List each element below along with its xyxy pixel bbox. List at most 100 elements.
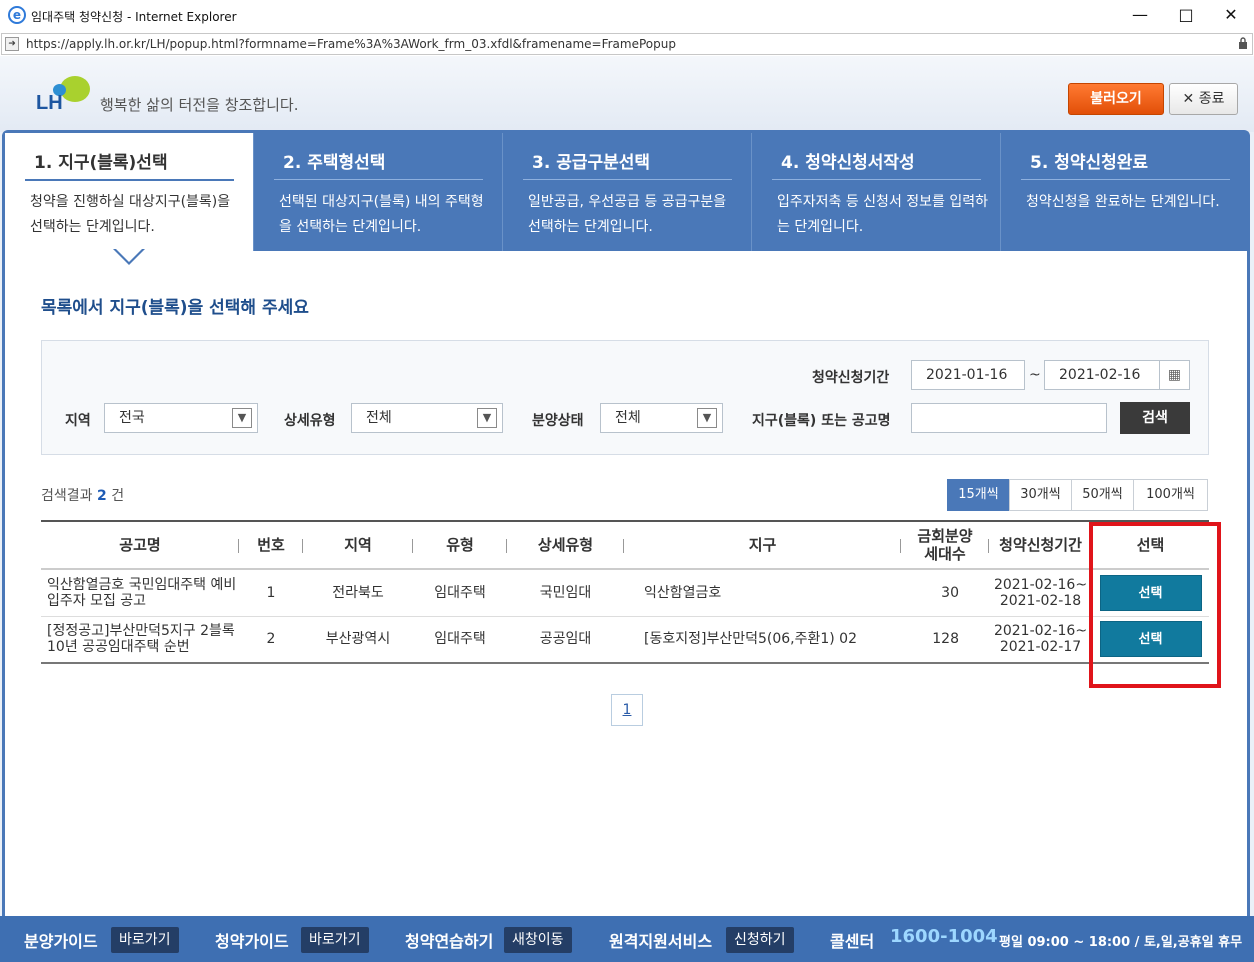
col-notice-name: 공고명 bbox=[41, 520, 239, 570]
col-type: 유형 bbox=[413, 520, 507, 570]
col-detail-type: 상세유형 bbox=[507, 520, 624, 570]
cell-detail-type: 국민임대 bbox=[507, 569, 624, 617]
page-icon: ➜ bbox=[5, 37, 19, 51]
pagination-page[interactable]: 1 bbox=[611, 694, 643, 726]
selection-highlight-box bbox=[1089, 522, 1221, 688]
step-title: 2. 주택형선택 bbox=[283, 153, 386, 173]
result-prefix: 검색결과 bbox=[41, 488, 93, 504]
sale-status-value: 전체 bbox=[615, 410, 641, 426]
sale-status-select[interactable]: 전체 ▼ bbox=[600, 403, 723, 433]
sale-status-label: 분양상태 bbox=[532, 413, 584, 429]
col-label: 지구 bbox=[748, 536, 777, 554]
calendar-icon[interactable]: ▦ bbox=[1159, 361, 1189, 389]
remote-support-button[interactable]: 신청하기 bbox=[726, 927, 794, 953]
detail-type-select[interactable]: 전체 ▼ bbox=[351, 403, 503, 433]
page-header: LH 행복한 삶의 터전을 창조합니다. 불러오기 ✕ 종료 bbox=[0, 56, 1254, 132]
search-button[interactable]: 검색 bbox=[1120, 402, 1190, 434]
date-to-input[interactable]: 2021-02-16 ▦ bbox=[1044, 360, 1190, 390]
call-center-hours: 평일 09:00 ~ 18:00 / 토,일,공휴일 휴무 bbox=[999, 935, 1243, 950]
keyword-input[interactable] bbox=[911, 403, 1107, 433]
step-desc: 선택된 대상지구(블록) 내의 주택형을 선택하는 단계입니다. bbox=[279, 194, 484, 235]
practice-button[interactable]: 새창이동 bbox=[504, 927, 572, 953]
date-separator: ~ bbox=[1029, 367, 1041, 383]
page-size-50[interactable]: 50개씩 bbox=[1071, 479, 1134, 511]
step-divider bbox=[1021, 179, 1230, 180]
footer-bar: 분양가이드 바로가기 청약가이드 바로가기 청약연습하기 새창이동 원격지원서비… bbox=[0, 916, 1254, 962]
result-suffix: 건 bbox=[111, 488, 125, 504]
step-tabs: 1. 지구(블록)선택 청약을 진행하실 대상지구(블록)을 선택하는 단계입니… bbox=[5, 133, 1247, 265]
step-desc: 청약신청을 완료하는 단계입니다. bbox=[1026, 194, 1220, 210]
step-2[interactable]: 2. 주택형선택 선택된 대상지구(블록) 내의 주택형을 선택하는 단계입니다… bbox=[254, 133, 503, 251]
close-button-label: 종료 bbox=[1198, 91, 1225, 107]
step-title: 1. 지구(블록)선택 bbox=[34, 153, 168, 173]
page-viewport: LH 행복한 삶의 터전을 창조합니다. 불러오기 ✕ 종료 1. 지구(블록)… bbox=[0, 56, 1254, 962]
region-value: 전국 bbox=[119, 410, 145, 426]
close-icon[interactable]: ✕ bbox=[1208, 4, 1254, 28]
page-size-100[interactable]: 100개씩 bbox=[1133, 479, 1208, 511]
call-center-phone: 1600-1004 bbox=[890, 926, 998, 947]
address-bar[interactable]: ➜ https://apply.lh.or.kr/LH/popup.html?f… bbox=[1, 33, 1253, 55]
table-row: [정정공고]부산만덕5지구 2블록 10년 공공임대주택 순번 2 부산광역시 … bbox=[41, 616, 1209, 664]
sale-guide-button[interactable]: 바로가기 bbox=[111, 927, 179, 953]
col-label: 번호 bbox=[257, 536, 285, 554]
page-size-15[interactable]: 15개씩 bbox=[947, 479, 1010, 511]
col-period: 청약신청기간 bbox=[989, 520, 1092, 570]
cell-region: 전라북도 bbox=[303, 569, 413, 617]
result-count: 검색결과 2 건 bbox=[41, 485, 124, 505]
col-label: 지역 bbox=[344, 536, 372, 554]
footer-label: 원격지원서비스 bbox=[609, 932, 713, 951]
cell-district: [동호지정]부산만덕5(06,주환1) 02 bbox=[624, 616, 901, 664]
period-label: 청약신청기간 bbox=[812, 370, 890, 386]
cell-notice-name: 익산함열금호 국민임대주택 예비입주자 모집 공고 bbox=[41, 569, 239, 617]
step-divider bbox=[274, 179, 483, 180]
step-4[interactable]: 4. 청약신청서작성 입주자저축 등 신청서 정보를 입력하는 단계입니다. bbox=[752, 133, 1001, 251]
date-to-value: 2021-02-16 bbox=[1059, 367, 1141, 383]
step-5[interactable]: 5. 청약신청완료 청약신청을 완료하는 단계입니다. bbox=[1001, 133, 1247, 251]
load-button[interactable]: 불러오기 bbox=[1068, 83, 1164, 115]
cell-period: 2021-02-16~ 2021-02-17 bbox=[989, 616, 1092, 664]
ie-logo-icon: e bbox=[8, 6, 26, 24]
cell-type: 임대주택 bbox=[413, 616, 507, 664]
keyword-label: 지구(블록) 또는 공고명 bbox=[752, 413, 891, 429]
cell-number: 1 bbox=[239, 569, 303, 617]
step-divider bbox=[523, 179, 732, 180]
step-divider bbox=[25, 179, 234, 181]
close-x-icon: ✕ bbox=[1182, 91, 1199, 107]
col-label: 공고명 bbox=[119, 536, 161, 554]
url-text[interactable]: https://apply.lh.or.kr/LH/popup.html?for… bbox=[26, 37, 676, 51]
search-filter-box: 청약신청기간 2021-01-16 ~ 2021-02-16 ▦ 지역 전국 ▼… bbox=[41, 340, 1209, 455]
date-from-input[interactable]: 2021-01-16 bbox=[911, 360, 1025, 390]
step-desc: 청약을 진행하실 대상지구(블록)을 선택하는 단계입니다. bbox=[30, 194, 231, 235]
page-size-30[interactable]: 30개씩 bbox=[1009, 479, 1072, 511]
section-title: 목록에서 지구(블록)을 선택해 주세요 bbox=[41, 298, 309, 318]
region-label: 지역 bbox=[65, 413, 91, 429]
footer-label: 분양가이드 bbox=[24, 932, 98, 951]
detail-type-value: 전체 bbox=[366, 410, 392, 426]
table-row: 익산함열금호 국민임대주택 예비입주자 모집 공고 1 전라북도 임대주택 국민… bbox=[41, 569, 1209, 617]
result-count-value: 2 bbox=[96, 488, 107, 504]
cell-notice-name: [정정공고]부산만덕5지구 2블록 10년 공공임대주택 순번 bbox=[41, 616, 239, 664]
col-label: 청약신청기간 bbox=[999, 536, 1082, 554]
window-titlebar: e 임대주택 청약신청 - Internet Explorer — □ ✕ bbox=[0, 0, 1254, 32]
step-1[interactable]: 1. 지구(블록)선택 청약을 진행하실 대상지구(블록)을 선택하는 단계입니… bbox=[5, 133, 254, 265]
detail-type-label: 상세유형 bbox=[284, 413, 336, 429]
chevron-down-icon: ▼ bbox=[232, 408, 252, 428]
page-size-selector: 15개씩 30개씩 50개씩 100개씩 bbox=[947, 479, 1208, 511]
step-desc: 입주자저축 등 신청서 정보를 입력하는 단계입니다. bbox=[777, 194, 988, 235]
step-desc: 일반공급, 우선공급 등 공급구분을 선택하는 단계입니다. bbox=[528, 194, 727, 235]
region-select[interactable]: 전국 ▼ bbox=[104, 403, 258, 433]
cell-units: 30 bbox=[901, 569, 989, 617]
step-3[interactable]: 3. 공급구분선택 일반공급, 우선공급 등 공급구분을 선택하는 단계입니다. bbox=[503, 133, 752, 251]
step-divider bbox=[772, 179, 981, 180]
chevron-down-icon: ▼ bbox=[477, 408, 497, 428]
chevron-down-icon: ▼ bbox=[697, 408, 717, 428]
minimize-icon[interactable]: — bbox=[1117, 4, 1163, 28]
maximize-icon[interactable]: □ bbox=[1163, 4, 1209, 28]
active-step-arrow-inner bbox=[116, 249, 142, 262]
close-button[interactable]: ✕ 종료 bbox=[1169, 83, 1238, 115]
cell-district: 익산함열금호 bbox=[624, 569, 901, 617]
application-guide-button[interactable]: 바로가기 bbox=[301, 927, 369, 953]
cell-period: 2021-02-16~ 2021-02-18 bbox=[989, 569, 1092, 617]
main-panel: 1. 지구(블록)선택 청약을 진행하실 대상지구(블록)을 선택하는 단계입니… bbox=[2, 130, 1250, 920]
col-district: 지구 bbox=[624, 520, 901, 570]
